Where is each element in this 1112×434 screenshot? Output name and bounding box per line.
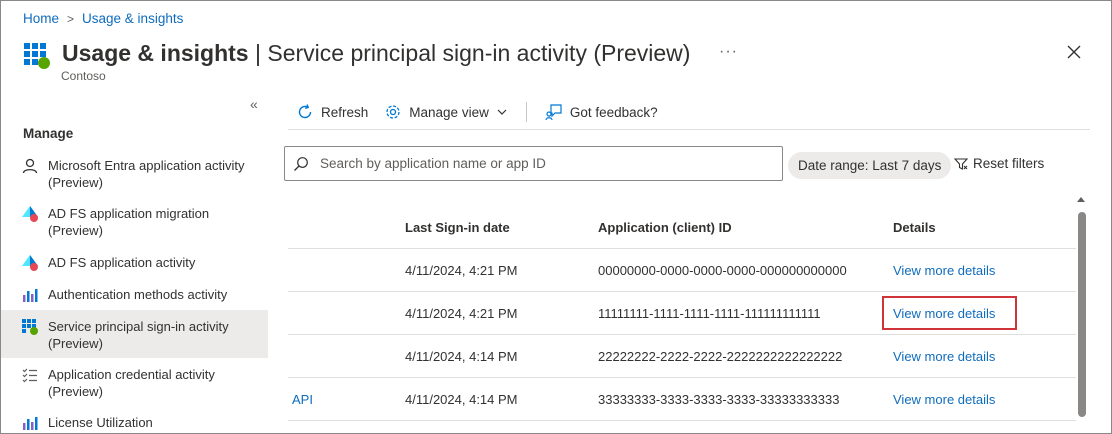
nav-section-header: Manage <box>23 126 74 141</box>
grid-app-icon <box>24 43 50 69</box>
refresh-button[interactable]: Refresh <box>296 101 368 123</box>
sidebar-item-entra-app-activity[interactable]: Microsoft Entra application activity (Pr… <box>1 149 268 197</box>
sidebar-item-license-utilization[interactable]: License Utilization <box>1 406 268 433</box>
view-details-link[interactable]: View more details <box>893 263 995 278</box>
sidebar-item-label: Application credential activity (Preview… <box>48 367 215 399</box>
app-client-id: 22222222-2222-2222-2222222222222222 <box>598 349 843 364</box>
search-icon <box>294 156 308 171</box>
app-client-id: 11111111-1111-1111-1111-111111111111 <box>598 306 821 321</box>
page-title-separator: | <box>248 39 268 66</box>
adfs-icon <box>22 255 38 271</box>
column-header-last-sign-in[interactable]: Last Sign-in date <box>405 220 510 235</box>
vertical-scrollbar-thumb[interactable] <box>1078 212 1086 417</box>
page-title-main: Usage & insights <box>62 39 249 66</box>
refresh-icon <box>298 104 312 119</box>
app-client-id: 00000000-0000-0000-0000-000000000000 <box>598 263 847 278</box>
scroll-up-arrow[interactable] <box>1077 197 1085 202</box>
close-icon[interactable] <box>1065 43 1083 61</box>
sidebar-item-adfs-migration[interactable]: AD FS application migration (Preview) <box>1 197 268 246</box>
last-sign-in-date: 4/11/2024, 4:21 PM <box>405 306 518 321</box>
sidebar-nav: Microsoft Entra application activity (Pr… <box>1 149 268 433</box>
search-input[interactable] <box>320 156 760 171</box>
bar-chart-icon <box>23 417 38 430</box>
sidebar-item-label: License Utilization <box>48 415 153 430</box>
app-client-id: 33333333-3333-3333-3333-33333333333 <box>598 392 840 407</box>
search-box[interactable] <box>284 146 783 181</box>
table-row: API 4/11/2024, 4:14 PM 33333333-3333-333… <box>288 378 1076 421</box>
reset-filters-label: Reset filters <box>973 156 1045 171</box>
table-row: 4/11/2024, 4:21 PM 00000000-0000-0000-00… <box>288 249 1076 292</box>
chevron-down-icon <box>497 109 507 115</box>
grid-app-icon <box>22 319 38 335</box>
feedback-label: Got feedback? <box>569 104 658 120</box>
view-details-link[interactable]: View more details <box>893 392 995 407</box>
manage-view-label: Manage view <box>409 104 489 120</box>
person-icon <box>22 158 38 174</box>
list-check-icon <box>22 368 37 383</box>
refresh-label: Refresh <box>321 104 369 120</box>
sidebar-item-adfs-activity[interactable]: AD FS application activity <box>1 246 268 278</box>
breadcrumb-home[interactable]: Home <box>23 11 59 26</box>
toolbar-divider <box>525 102 527 122</box>
last-sign-in-date: 4/11/2024, 4:21 PM <box>405 263 518 278</box>
table-row: 4/11/2024, 4:14 PM 22222222-2222-2222-22… <box>288 335 1076 378</box>
manage-view-button[interactable]: Manage view <box>384 101 508 123</box>
tenant-name: Contoso <box>61 69 106 83</box>
sign-in-activity-table: Last Sign-in date Application (client) I… <box>288 206 1076 421</box>
chevron-right-icon: > <box>67 11 75 26</box>
sidebar-item-auth-methods[interactable]: Authentication methods activity <box>1 278 268 310</box>
sidebar-item-label: Service principal sign-in activity (Prev… <box>48 319 229 351</box>
gear-icon <box>386 105 400 119</box>
collapse-menu-button[interactable]: « <box>250 96 258 112</box>
date-range-filter[interactable]: Date range: Last 7 days <box>788 152 952 179</box>
page-title-sub: Service principal sign-in activity (Prev… <box>267 39 691 66</box>
page-title: Usage & insights | Service principal sig… <box>62 40 690 67</box>
column-header-app-id[interactable]: Application (client) ID <box>598 220 732 235</box>
command-bar: Refresh Manage view Got feedback? <box>288 101 1090 130</box>
sidebar-item-label: AD FS application migration (Preview) <box>48 206 210 238</box>
view-details-link[interactable]: View more details <box>893 349 995 364</box>
app-name-link[interactable]: API <box>292 392 313 407</box>
filter-reset-icon <box>954 157 968 170</box>
last-sign-in-date: 4/11/2024, 4:14 PM <box>405 392 518 407</box>
page-header: Usage & insights | Service principal sig… <box>23 39 690 69</box>
sidebar-item-app-credential[interactable]: Application credential activity (Preview… <box>1 358 268 406</box>
feedback-icon <box>545 104 562 121</box>
adfs-icon <box>22 206 38 222</box>
highlight-box <box>882 296 1017 330</box>
table-row: 4/11/2024, 4:21 PM 11111111-1111-1111-11… <box>288 292 1076 335</box>
sidebar-item-label: Authentication methods activity <box>48 287 228 302</box>
sidebar-item-service-principal[interactable]: Service principal sign-in activity (Prev… <box>1 310 268 358</box>
more-options-button[interactable]: ··· <box>719 43 738 61</box>
sidebar-item-label: AD FS application activity <box>48 255 196 270</box>
reset-filters-button[interactable]: Reset filters <box>954 156 1044 171</box>
column-header-details[interactable]: Details <box>893 220 936 235</box>
table-header-row: Last Sign-in date Application (client) I… <box>288 206 1076 249</box>
last-sign-in-date: 4/11/2024, 4:14 PM <box>405 349 518 364</box>
breadcrumb-usage-insights[interactable]: Usage & insights <box>82 11 183 26</box>
feedback-button[interactable]: Got feedback? <box>545 101 658 123</box>
sidebar-item-label: Microsoft Entra application activity (Pr… <box>48 158 245 190</box>
window: Home > Usage & insights Usage & insights… <box>0 0 1112 434</box>
breadcrumb: Home > Usage & insights <box>23 11 183 26</box>
bar-chart-icon <box>23 289 38 302</box>
